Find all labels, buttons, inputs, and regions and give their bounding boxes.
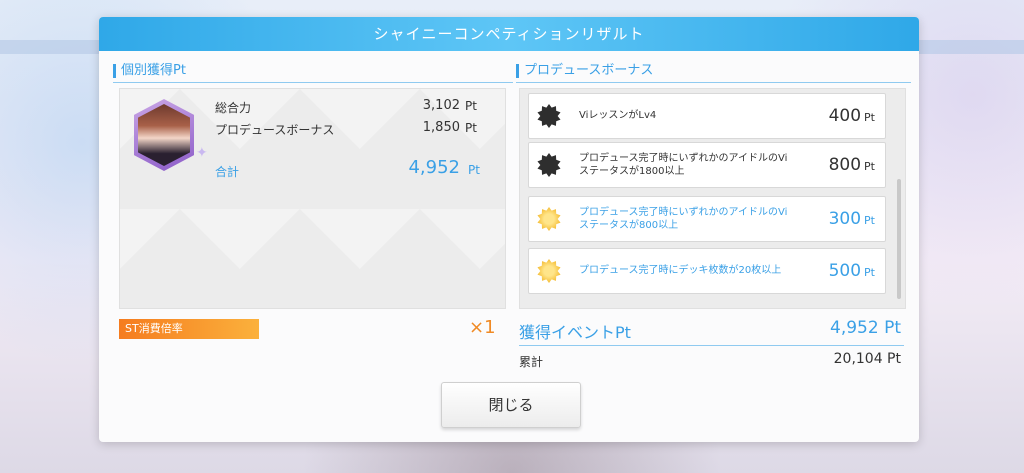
dark-star-badge-icon: [537, 104, 561, 128]
bonus-points: 300 Pt: [828, 209, 875, 229]
event-pt-label: 獲得イベントPt: [519, 323, 631, 342]
section-header-produce-bonus: プロデュースボーナス: [516, 60, 911, 83]
background-banner-right: [914, 40, 1024, 54]
section-header-individual-pt: 個別獲得Pt: [113, 60, 513, 83]
bonus-text: ViレッスンがLv4: [579, 110, 657, 122]
bonus-points: 500 Pt: [828, 261, 875, 281]
scrollbar[interactable]: [897, 179, 901, 299]
stat-unit: Pt: [465, 99, 477, 113]
total-label: 合計: [215, 165, 240, 179]
divider: [519, 345, 904, 346]
event-pt-value: 4,952 Pt: [830, 318, 901, 338]
result-dialog: シャイニーコンペティションリザルト 個別獲得Pt プロデュースボーナス ✦ 総合…: [99, 17, 919, 442]
stat-value-total-power: 3,102: [422, 98, 460, 113]
bonus-text: プロデュース完了時にいずれかのアイドルのViステータスが800以上: [579, 206, 788, 232]
bonus-text: プロデュース完了時にデッキ枚数が20枚以上: [579, 265, 782, 277]
total-unit: Pt: [468, 163, 480, 177]
cumulative-label: 累計: [519, 355, 544, 369]
gold-star-badge-icon: [537, 259, 561, 283]
bonus-item: ViレッスンがLv4 400 Pt: [528, 93, 886, 139]
sparkle-icon: ✦: [196, 145, 208, 161]
bonus-item: プロデュース完了時にデッキ枚数が20枚以上 500 Pt: [528, 248, 886, 294]
gold-star-badge-icon: [537, 207, 561, 231]
stat-label-produce-bonus: プロデュースボーナス: [215, 123, 335, 137]
stat-value-produce-bonus: 1,850: [422, 120, 460, 135]
stat-label-total-power: 総合力: [215, 101, 252, 115]
bonus-points: 400 Pt: [828, 106, 875, 126]
bonus-item: プロデュース完了時にいずれかのアイドルのViステータスが800以上 300 Pt: [528, 196, 886, 242]
bonus-text: プロデュース完了時にいずれかのアイドルのViステータスが1800以上: [579, 152, 788, 178]
bonus-item: プロデュース完了時にいずれかのアイドルのViステータスが1800以上 800 Pt: [528, 142, 886, 188]
close-button[interactable]: 閉じる: [441, 382, 581, 428]
background-banner-left: [0, 40, 110, 54]
cumulative-value: 20,104 Pt: [833, 351, 901, 367]
st-multiplier: ×1: [469, 317, 496, 338]
bonus-points: 800 Pt: [828, 155, 875, 175]
dialog-title: シャイニーコンペティションリザルト: [99, 17, 919, 51]
individual-pt-panel: ✦ 総合力 3,102 Pt プロデュースボーナス 1,850 Pt 合計 4,…: [119, 88, 506, 309]
stat-unit: Pt: [465, 121, 477, 135]
total-value: 4,952: [408, 157, 460, 178]
dark-star-badge-icon: [537, 153, 561, 177]
produce-bonus-list[interactable]: ViレッスンがLv4 400 Pt プロデュース完了時にいずれかのアイドルのViス…: [519, 88, 906, 309]
st-consumption-badge: ST消費倍率: [119, 319, 259, 339]
